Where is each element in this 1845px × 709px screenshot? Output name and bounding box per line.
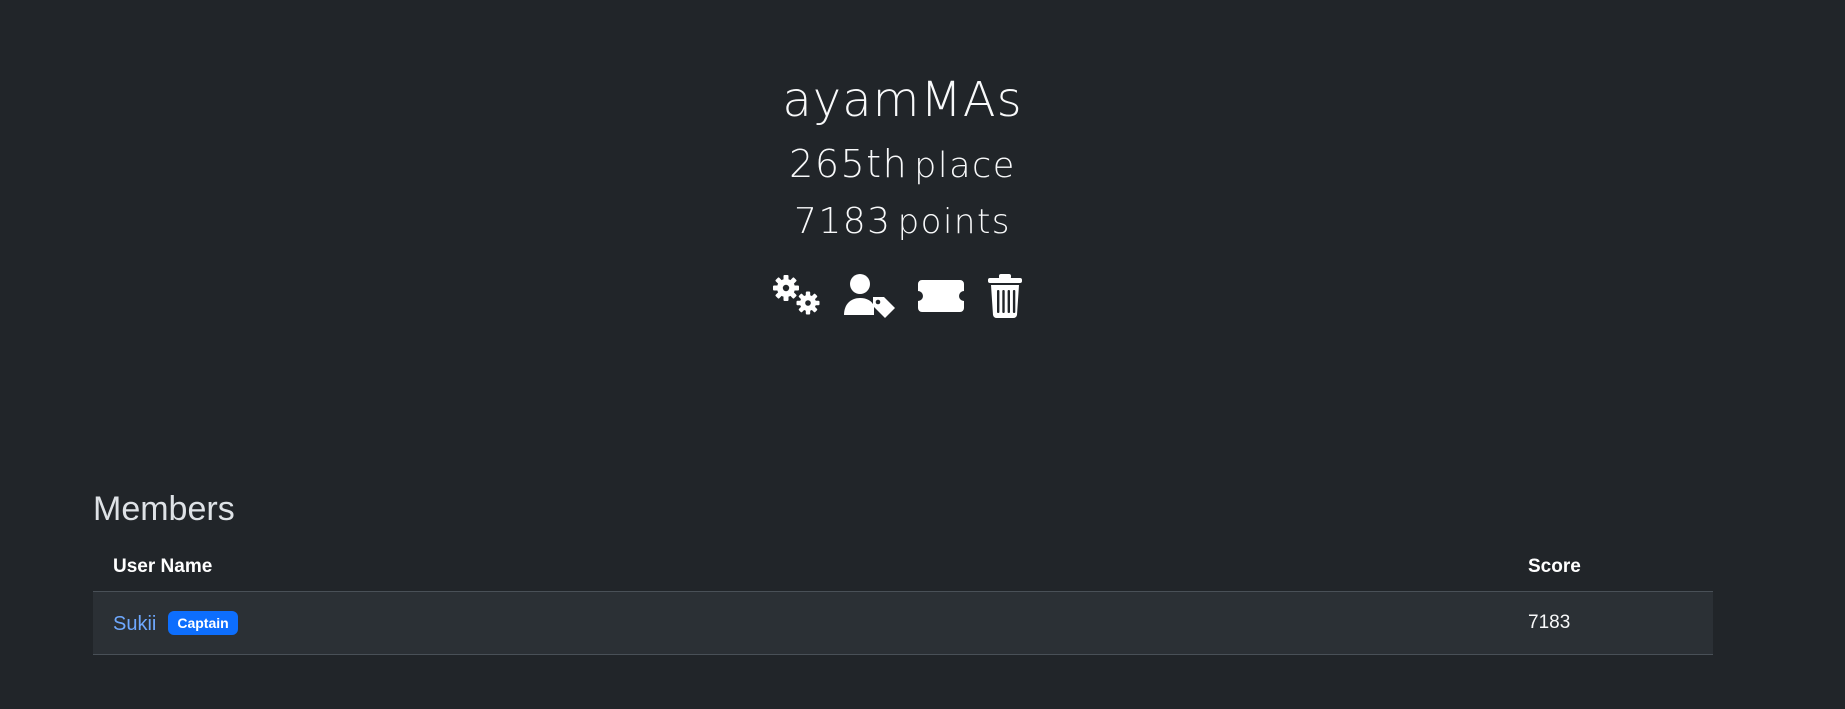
delete-team-button[interactable] (986, 273, 1024, 319)
user-tag-icon (844, 274, 895, 318)
gears-icon (773, 275, 820, 315)
team-points: 7183 points (0, 199, 1805, 245)
team-points-number: 7183 (793, 201, 892, 242)
table-header-row: User Name Score (93, 543, 1713, 592)
member-score: 7183 (1506, 591, 1713, 655)
team-place-word: place (914, 146, 1016, 186)
invite-button[interactable] (916, 273, 966, 319)
column-header-score: Score (1506, 543, 1713, 592)
table-row: Sukii Captain 7183 (93, 591, 1713, 655)
captain-button[interactable] (842, 273, 896, 319)
members-table: User Name Score Sukii Captain 7183 (93, 543, 1713, 655)
team-name: ayamMAs (782, 72, 1023, 128)
members-heading: Members (93, 490, 235, 528)
member-user-cell: Sukii Captain (93, 591, 1506, 655)
team-place: 265th place (0, 140, 1805, 190)
team-place-number: 265th (789, 142, 909, 186)
column-header-user-name: User Name (93, 543, 1506, 592)
settings-button[interactable] (770, 273, 826, 319)
team-page: ayamMAs 265th place 7183 points Members … (0, 0, 1845, 709)
ticket-icon (918, 280, 964, 312)
team-actions (770, 273, 1024, 319)
member-user-link[interactable]: Sukii (113, 613, 156, 635)
captain-badge: Captain (168, 610, 238, 635)
trash-icon (988, 274, 1022, 319)
team-points-word: points (897, 202, 1012, 242)
